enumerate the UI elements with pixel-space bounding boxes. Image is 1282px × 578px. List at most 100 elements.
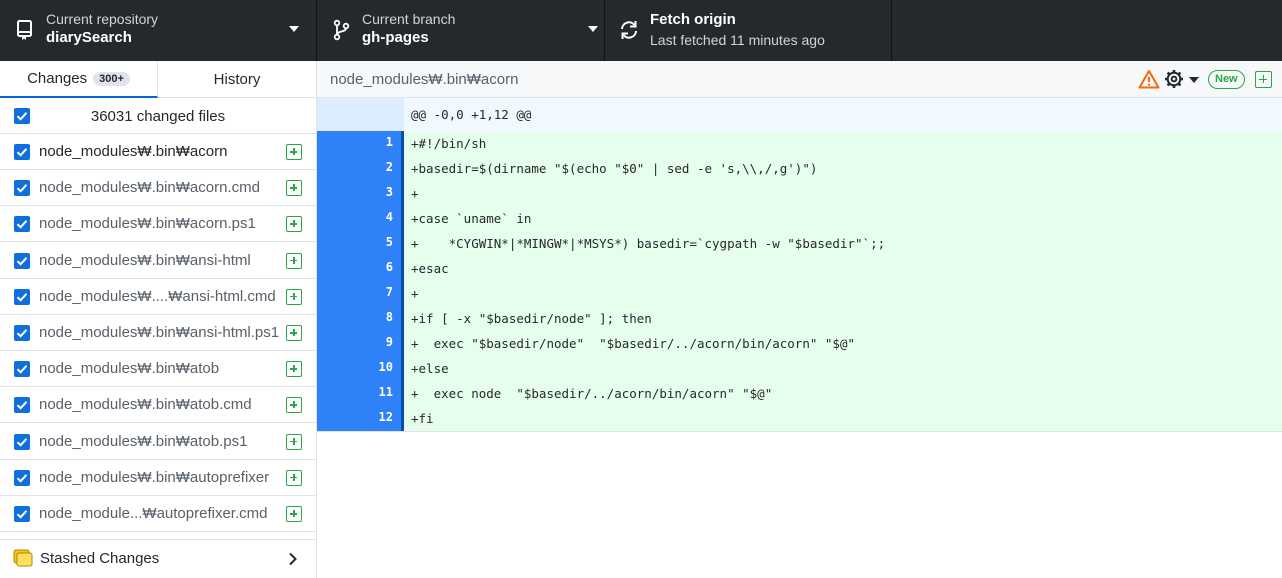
- diff-added-icon: [286, 397, 302, 414]
- line-code: +esac: [411, 261, 449, 276]
- diff-line[interactable]: 6 +esac: [317, 256, 1282, 281]
- file-list-item[interactable]: node_modules₩.bin₩ansi-html: [0, 242, 316, 279]
- tab-changes[interactable]: Changes 300+: [0, 61, 158, 98]
- line-number: 8: [385, 310, 393, 324]
- file-include-checkbox[interactable]: [14, 433, 30, 450]
- line-number: 6: [385, 260, 393, 274]
- stash-icon: [13, 549, 33, 567]
- file-include-checkbox[interactable]: [14, 144, 30, 160]
- file-list-item[interactable]: node_modules₩.bin₩atob: [0, 351, 316, 388]
- file-list-item[interactable]: node_module...₩autoprefixer.cmd: [0, 496, 316, 532]
- diff-line[interactable]: 4 +case `uname` in: [317, 206, 1282, 231]
- current-branch-button[interactable]: Current branch gh-pages: [317, 0, 605, 61]
- line-code: +: [411, 186, 419, 201]
- diff-line[interactable]: 1 +#!/bin/sh: [317, 131, 1282, 156]
- line-gutter-edge: [401, 256, 404, 281]
- fetch-origin-label: Fetch origin: [650, 11, 736, 28]
- diff-added-icon: [286, 288, 302, 305]
- file-list-item[interactable]: node_modules₩.bin₩ansi-html.ps1: [0, 315, 316, 351]
- file-name: node_modules₩.bin₩ansi-html: [39, 251, 251, 269]
- diff-end-divider: [317, 431, 1282, 432]
- file-include-checkbox[interactable]: [14, 469, 30, 486]
- line-gutter-edge: [401, 131, 404, 156]
- diff-header: node_modules₩.bin₩acorn New: [317, 61, 1282, 98]
- fetch-origin-button[interactable]: Fetch origin Last fetched 11 minutes ago: [605, 0, 892, 61]
- diff-line[interactable]: 10 +else: [317, 356, 1282, 381]
- diff-line[interactable]: 7 +: [317, 281, 1282, 306]
- diff-line[interactable]: 3 +: [317, 181, 1282, 206]
- diff-line[interactable]: 12 +fi: [317, 406, 1282, 431]
- file-list-item[interactable]: node_modules₩.bin₩acorn: [0, 134, 316, 170]
- line-number: 11: [378, 385, 393, 399]
- file-list-item[interactable]: node_modules₩.bin₩acorn.ps1: [0, 206, 316, 243]
- line-code: + exec "$basedir/node" "$basedir/../acor…: [411, 336, 856, 351]
- git-branch-icon: [333, 19, 350, 41]
- line-number: 7: [385, 285, 393, 299]
- file-name: node_modules₩.bin₩acorn.cmd: [39, 179, 260, 197]
- diff-line[interactable]: 11 + exec node "$basedir/../acorn/bin/aco…: [317, 381, 1282, 406]
- line-code: +basedir=$(dirname "$(echo "$0" | sed -e…: [411, 161, 818, 176]
- checkmark-icon: [16, 292, 28, 302]
- hunk-gutter[interactable]: [317, 98, 404, 131]
- file-name: node_modules₩....₩ansi-html.cmd: [39, 287, 276, 305]
- changed-files-list: node_modules₩.bin₩acorn node_modules₩.bin…: [0, 134, 316, 534]
- file-list-item[interactable]: node_modules₩....₩ansi-html.cmd: [0, 278, 316, 315]
- checkmark-icon: [16, 148, 28, 157]
- hunk-header-text: @@ -0,0 +1,12 @@: [411, 107, 532, 122]
- file-include-checkbox[interactable]: [14, 397, 30, 414]
- current-repository-button[interactable]: Current repository diarySearch: [0, 0, 317, 61]
- file-name: node_modules₩.bin₩ansi-html.ps1: [39, 324, 280, 341]
- tab-history-label: History: [213, 71, 261, 88]
- line-number: 4: [385, 210, 393, 224]
- line-code: +#!/bin/sh: [411, 136, 487, 151]
- repo-icon: [17, 20, 32, 40]
- stashed-changes-label: Stashed Changes: [40, 550, 160, 567]
- file-include-checkbox[interactable]: [14, 252, 30, 269]
- changes-sidebar: Changes 300+ History 36031 changed files…: [0, 61, 317, 578]
- file-name: node_modules₩.bin₩atob: [39, 360, 220, 378]
- checkmark-icon: [16, 220, 28, 230]
- file-include-checkbox[interactable]: [14, 506, 30, 522]
- line-number: 9: [385, 335, 393, 349]
- checkmark-icon: [16, 256, 28, 266]
- file-include-checkbox[interactable]: [14, 288, 30, 305]
- tab-changes-label: Changes: [27, 70, 88, 87]
- caret-down-icon: [588, 26, 598, 32]
- line-gutter-edge: [401, 281, 404, 306]
- file-list-item[interactable]: node_modules₩.bin₩autoprefixer: [0, 459, 316, 496]
- diff-view: node_modules₩.bin₩acorn New @@ -0,0 +1,1…: [317, 61, 1282, 578]
- diff-line[interactable]: 2 +basedir=$(dirname "$(echo "$0" | sed -…: [317, 156, 1282, 181]
- file-include-checkbox[interactable]: [14, 325, 30, 341]
- checkmark-icon: [16, 473, 28, 483]
- app-toolbar: Current repository diarySearch Current b…: [0, 0, 1282, 61]
- diff-added-icon: [286, 433, 302, 450]
- line-gutter-edge: [401, 356, 404, 381]
- file-name: node_module...₩autoprefixer.cmd: [39, 505, 268, 522]
- caret-down-icon: [289, 26, 299, 32]
- current-branch-label: Current branch: [362, 11, 456, 27]
- file-list-item[interactable]: node_modules₩.bin₩acorn.cmd: [0, 170, 316, 207]
- alert-icon[interactable]: [1138, 69, 1160, 89]
- diff-line[interactable]: 9 + exec "$basedir/node" "$basedir/../aco…: [317, 331, 1282, 356]
- file-include-checkbox[interactable]: [14, 180, 30, 197]
- file-include-checkbox[interactable]: [14, 216, 30, 233]
- checkmark-icon: [16, 401, 28, 411]
- tab-history[interactable]: History: [158, 61, 316, 98]
- line-gutter-edge: [401, 306, 404, 331]
- stashed-changes-button[interactable]: Stashed Changes: [0, 539, 316, 575]
- sync-icon: [621, 21, 637, 39]
- caret-down-icon[interactable]: [1189, 77, 1199, 83]
- diff-line[interactable]: 5 + *CYGWIN*|*MINGW*|*MSYS*) basedir=`cyg…: [317, 231, 1282, 256]
- diff-added-icon: [286, 506, 302, 522]
- file-list-item[interactable]: node_modules₩.bin₩atob.ps1: [0, 423, 316, 460]
- file-list-item[interactable]: node_modules₩.bin₩atob.cmd: [0, 387, 316, 424]
- file-include-checkbox[interactable]: [14, 361, 30, 378]
- line-number: 2: [385, 160, 393, 174]
- diff-added-icon: [286, 325, 302, 341]
- line-gutter-edge: [401, 206, 404, 231]
- changed-files-count: 36031 changed files: [90, 108, 226, 125]
- hunk-header[interactable]: @@ -0,0 +1,12 @@: [317, 98, 1282, 131]
- line-code: +else: [411, 361, 449, 376]
- diff-line[interactable]: 8 +if [ -x "$basedir/node" ]; then: [317, 306, 1282, 331]
- gear-icon[interactable]: [1164, 69, 1184, 89]
